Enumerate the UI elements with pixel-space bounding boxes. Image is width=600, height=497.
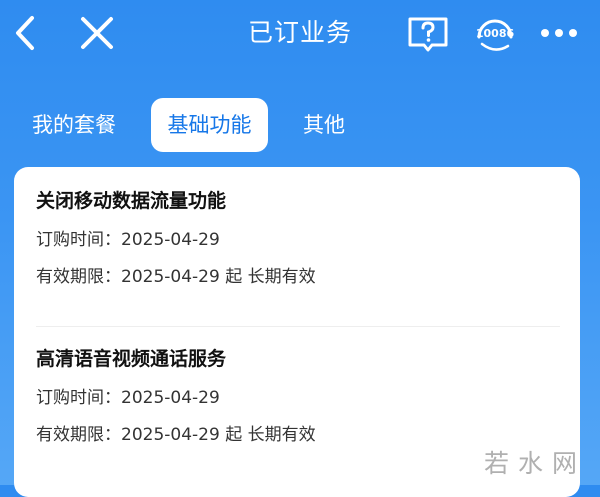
tab-bar: 我的套餐 基础功能 其他 — [0, 96, 600, 152]
more-button[interactable] — [538, 22, 580, 44]
page-title: 已订业务 — [247, 18, 352, 47]
watermark: 若水网 — [484, 449, 587, 478]
validity-period: 有效期限：2025-04-29 起 长期有效 — [36, 267, 316, 287]
close-icon — [81, 17, 113, 49]
service-item[interactable]: 关闭移动数据流量功能 订购时间：2025-04-29 有效期限：2025-04-… — [36, 187, 556, 289]
more-dots-icon — [541, 29, 577, 37]
chevron-left-icon — [16, 16, 34, 50]
close-button[interactable] — [78, 14, 116, 52]
order-time: 订购时间：2025-04-29 — [36, 388, 220, 408]
validity-period: 有效期限：2025-04-29 起 长期有效 — [36, 425, 316, 445]
customer-service-button[interactable]: 10086 — [470, 13, 520, 55]
service-name: 关闭移动数据流量功能 — [36, 190, 227, 212]
tab-my-package[interactable]: 我的套餐 — [18, 98, 130, 152]
top-bar: 已订业务 10086 — [0, 0, 600, 70]
service-name: 高清语音视频通话服务 — [36, 348, 227, 370]
order-time: 订购时间：2025-04-29 — [36, 230, 220, 250]
help-book-icon — [408, 17, 448, 52]
service-item[interactable]: 高清语音视频通话服务 订购时间：2025-04-29 有效期限：2025-04-… — [36, 345, 556, 447]
divider — [36, 326, 560, 327]
tab-other[interactable]: 其他 — [288, 98, 360, 152]
tab-basic-functions[interactable]: 基础功能 — [151, 98, 268, 152]
back-button[interactable] — [10, 14, 44, 52]
help-button[interactable] — [407, 15, 449, 53]
service-number: 10086 — [475, 27, 515, 40]
